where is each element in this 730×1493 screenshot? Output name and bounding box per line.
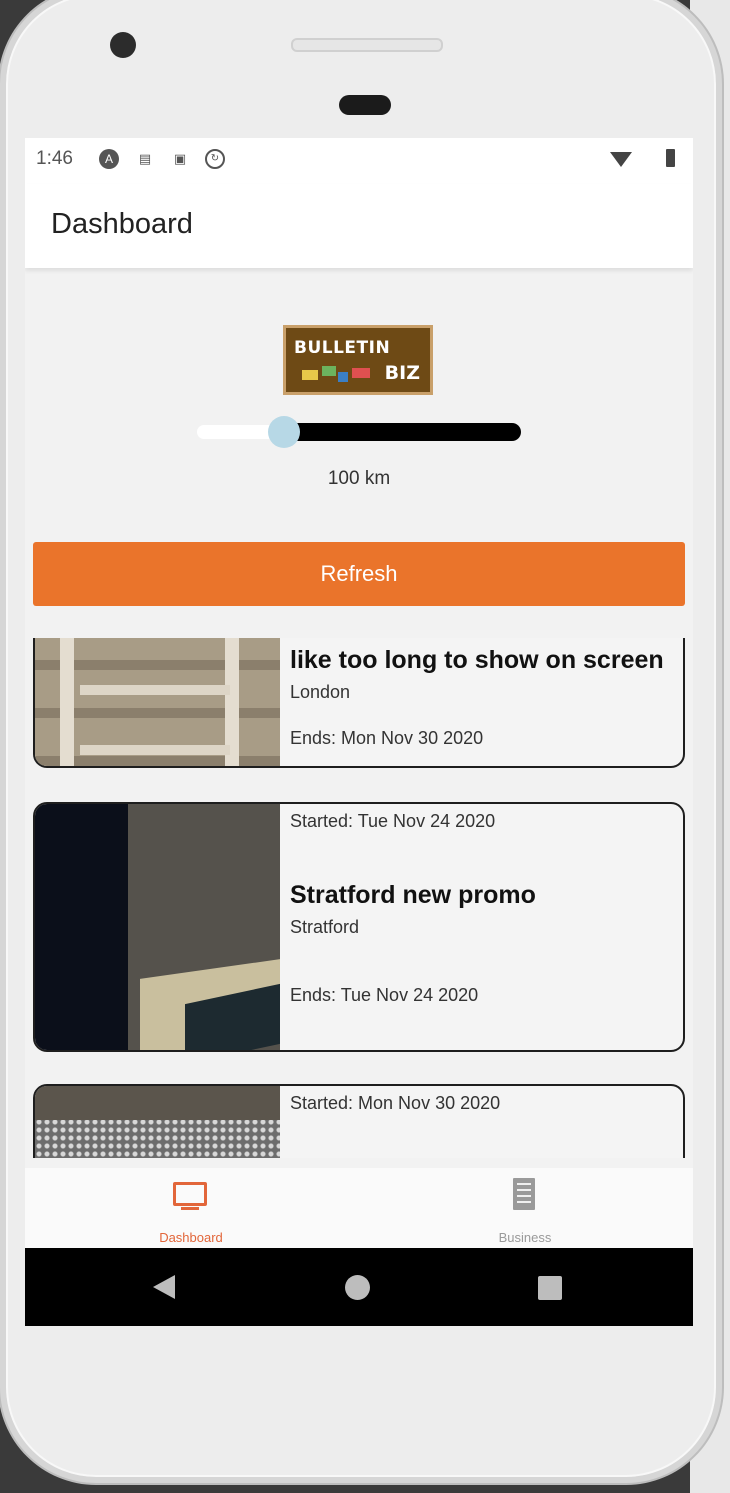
home-icon[interactable] (345, 1275, 370, 1300)
speaker-grille (291, 38, 443, 52)
status-time: 1:46 (36, 148, 73, 169)
tab-dashboard[interactable]: Dashboard (91, 1168, 291, 1248)
sync-icon: ↻ (205, 149, 225, 169)
earpiece (339, 95, 391, 115)
card-title: Stratford new promo (290, 881, 536, 909)
pin-note-icon (322, 366, 336, 376)
card-title: like too long to show on screen (290, 646, 664, 674)
promo-image (35, 638, 280, 766)
refresh-button[interactable]: Refresh (33, 542, 685, 606)
app-bar: Dashboard (25, 184, 693, 268)
front-camera (110, 32, 136, 58)
logo-text-line1: BULLETIN (294, 338, 391, 358)
monitor-stand (181, 1207, 199, 1210)
promo-card[interactable]: like too long to show on screen London E… (33, 638, 685, 768)
bottom-navigation: Dashboard Business (25, 1168, 693, 1248)
notification-icon: ▣ (173, 151, 187, 166)
building-icon (513, 1178, 535, 1210)
page-title: Dashboard (51, 208, 193, 240)
promo-card[interactable]: Started: Mon Nov 30 2020 (33, 1084, 685, 1158)
pin-note-icon (338, 372, 348, 382)
recents-icon[interactable] (538, 1276, 562, 1300)
notification-icon: ▤ (138, 151, 152, 166)
promo-card[interactable]: Started: Tue Nov 24 2020 Stratford new p… (33, 802, 685, 1052)
distance-label: 100 km (327, 468, 391, 489)
slider-track-inactive[interactable] (283, 423, 521, 441)
card-end-date: Ends: Tue Nov 24 2020 (290, 985, 479, 1005)
back-icon[interactable] (153, 1275, 175, 1299)
bulletin-biz-logo: BULLETIN BIZ (283, 325, 433, 395)
card-location: Stratford (290, 917, 360, 937)
tab-business-label: Business (498, 1230, 552, 1245)
pin-note-icon (352, 368, 370, 378)
wifi-icon (610, 152, 632, 167)
card-location: London (290, 682, 351, 702)
system-navigation-bar (25, 1248, 693, 1326)
monitor-icon (173, 1182, 207, 1206)
promo-image (35, 1086, 280, 1158)
distance-slider-thumb[interactable] (268, 416, 300, 448)
card-start-date: Started: Tue Nov 24 2020 (290, 811, 496, 831)
card-end-date: Ends: Mon Nov 30 2020 (290, 728, 484, 748)
logo-text-line2: BIZ (384, 362, 420, 384)
app-screen: 1:46 A ▤ ▣ ↻ Dashboard BULLETIN BIZ 100 … (25, 138, 693, 1326)
pin-note-icon (302, 370, 318, 380)
status-bar: 1:46 A ▤ ▣ ↻ (25, 138, 693, 184)
promo-list[interactable]: like too long to show on screen London E… (25, 638, 693, 1158)
card-start-date: Started: Mon Nov 30 2020 (290, 1093, 501, 1113)
battery-icon (666, 149, 675, 167)
tab-dashboard-label: Dashboard (159, 1230, 223, 1245)
promo-image (35, 804, 280, 1050)
app-icon: A (99, 149, 119, 169)
tab-business[interactable]: Business (425, 1168, 625, 1248)
